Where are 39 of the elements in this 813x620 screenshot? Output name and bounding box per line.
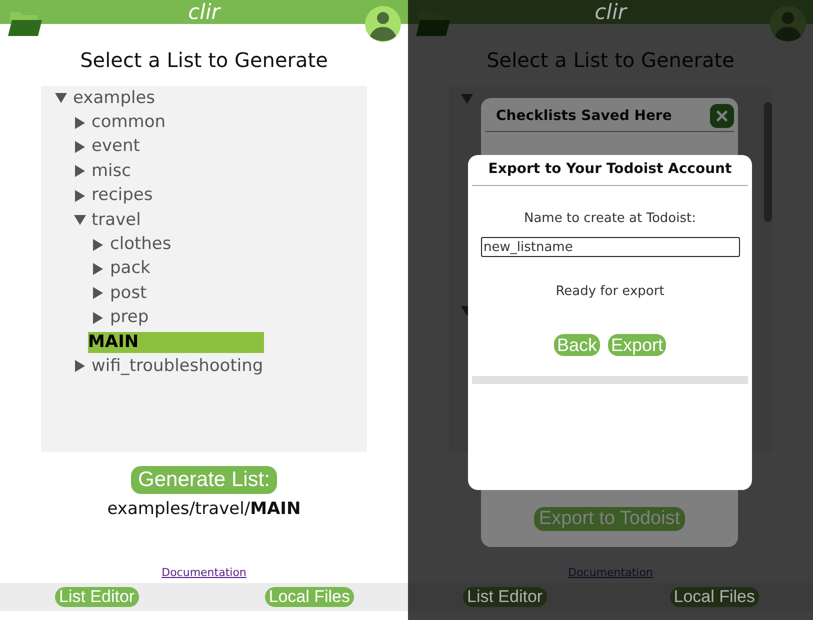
tree-item[interactable]: MAIN xyxy=(88,332,264,353)
tree-item[interactable]: post xyxy=(110,282,147,304)
field-label: Name to create at Todoist: xyxy=(524,211,696,226)
expand-triangle-icon[interactable] xyxy=(74,140,86,153)
page-heading: Select a List to Generate xyxy=(80,48,328,72)
tree-item[interactable]: misc xyxy=(92,160,131,182)
local-files-button[interactable]: Local Files xyxy=(670,587,759,607)
dialog-title: Export to Your Todoist Account xyxy=(472,161,748,186)
expand-triangle-icon[interactable] xyxy=(92,287,104,300)
tree-item[interactable]: travel xyxy=(92,210,141,231)
export-status: Ready for export xyxy=(556,284,664,299)
expand-triangle-icon[interactable] xyxy=(92,312,104,324)
list-name-field[interactable]: new_listname xyxy=(480,237,740,257)
avatar-icon[interactable] xyxy=(365,6,401,42)
expand-triangle-icon[interactable] xyxy=(74,360,86,372)
dialog-title: Checklists Saved Here xyxy=(496,108,672,124)
expand-triangle-icon[interactable] xyxy=(74,190,86,202)
tree-item[interactable]: event xyxy=(92,136,140,158)
close-icon[interactable] xyxy=(710,104,734,128)
tree-item[interactable]: recipes xyxy=(92,185,153,206)
tree-item[interactable]: common xyxy=(92,112,166,134)
expand-triangle-icon[interactable] xyxy=(74,165,86,178)
tree-item[interactable]: prep xyxy=(110,307,149,328)
documentation-link[interactable]: Documentation xyxy=(162,566,246,580)
collapse-triangle-icon[interactable] xyxy=(55,92,67,104)
tree-item[interactable]: examples xyxy=(73,88,156,109)
expand-triangle-icon[interactable] xyxy=(74,116,86,129)
tree-item[interactable]: wifi_troubleshooting xyxy=(92,356,264,377)
collapse-triangle-icon[interactable] xyxy=(74,214,86,226)
expand-triangle-icon[interactable] xyxy=(92,262,104,275)
list-editor-button[interactable]: List Editor xyxy=(463,587,547,607)
expand-triangle-icon[interactable] xyxy=(92,238,104,251)
app-title: clir xyxy=(594,0,626,24)
folder-icon[interactable] xyxy=(8,10,42,36)
selected-path: examples/travel/MAIN xyxy=(107,498,301,520)
tree-item[interactable]: pack xyxy=(110,258,150,280)
app-title: clir xyxy=(188,0,220,24)
tree-item[interactable]: clothes xyxy=(110,234,172,256)
page-heading: Select a List to Generate xyxy=(486,48,734,72)
